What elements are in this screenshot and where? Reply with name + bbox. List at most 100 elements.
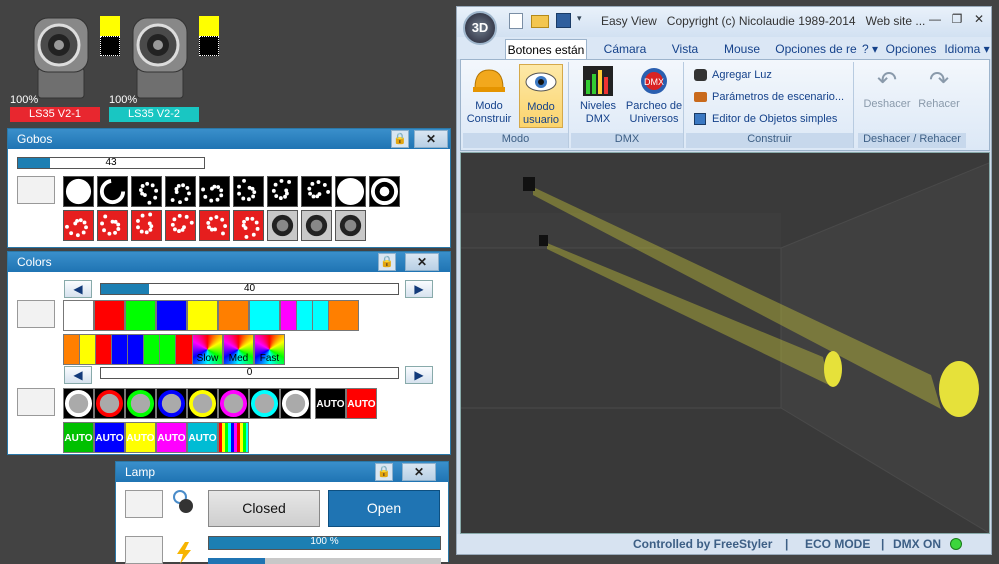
close-button[interactable]: ✕	[414, 130, 448, 148]
color2-next-button[interactable]: ▶	[405, 366, 433, 384]
lock-icon[interactable]: 🔒	[375, 463, 393, 481]
color-wheel-speed-button[interactable]: Slow	[192, 334, 223, 365]
auto-color-button[interactable]: AUTO	[315, 388, 346, 419]
lamp-power-button[interactable]	[125, 536, 163, 564]
gobo-slider[interactable]: 43	[17, 157, 205, 169]
auto-color-button[interactable]: AUTO	[346, 388, 377, 419]
app-logo-button[interactable]: 3D	[463, 11, 497, 45]
close-button[interactable]: ✕	[402, 463, 436, 481]
color-ring-swatch[interactable]	[63, 388, 94, 419]
open-gobo-button[interactable]	[17, 176, 55, 204]
gobo-swatch[interactable]	[267, 176, 298, 207]
color-swatch[interactable]	[218, 300, 249, 331]
open-color-button[interactable]	[17, 300, 55, 328]
gobo-swatch[interactable]	[97, 210, 128, 241]
3d-viewport[interactable]	[460, 152, 990, 534]
new-file-icon[interactable]	[509, 13, 523, 29]
color-ring-swatch[interactable]	[156, 388, 187, 419]
minimize-button[interactable]: —	[925, 12, 945, 26]
color-swatch[interactable]	[63, 300, 94, 331]
color-split-swatch[interactable]	[328, 300, 359, 331]
color-swatch[interactable]	[187, 300, 218, 331]
gobo-swatch[interactable]	[165, 210, 196, 241]
color-wheel-speed-button[interactable]: Fast	[254, 334, 285, 365]
open-button[interactable]: Open	[328, 490, 440, 527]
gobo-swatch[interactable]	[165, 176, 196, 207]
lock-icon[interactable]: 🔒	[378, 253, 396, 271]
modo-construir-button[interactable]: Modo Construir	[465, 64, 513, 128]
gobo-swatch[interactable]	[335, 176, 366, 207]
parametros-escenario-button[interactable]: Parámetros de escenario...	[692, 88, 844, 106]
deshacer-button[interactable]: ↶ Deshacer	[860, 64, 914, 128]
color-ring-swatch[interactable]	[187, 388, 218, 419]
group-modo: Modo Construir Modo usuario Modo	[463, 62, 569, 148]
lamp-open-button[interactable]	[125, 490, 163, 518]
auto-color-button[interactable]: AUTO	[125, 422, 156, 453]
auto-color-button[interactable]: AUTO	[94, 422, 125, 453]
color-wheel-speed-button[interactable]: Med	[223, 334, 254, 365]
gobo-swatch[interactable]	[63, 176, 94, 207]
color2-prev-button[interactable]: ◀	[64, 366, 92, 384]
gobo-swatch[interactable]	[233, 210, 264, 241]
color-ring-swatch[interactable]	[249, 388, 280, 419]
gobo-swatch[interactable]	[267, 210, 298, 241]
color-swatch[interactable]	[94, 300, 125, 331]
auto-color-button[interactable]: AUTO	[156, 422, 187, 453]
gobo-swatch[interactable]	[199, 176, 230, 207]
close-button[interactable]: ✕	[405, 253, 439, 271]
close-window-button[interactable]: ✕	[969, 12, 989, 26]
fixture-label[interactable]: LS35 V2-1	[10, 107, 100, 122]
tab-mouse[interactable]: Mouse	[717, 39, 767, 59]
gobo-swatch[interactable]	[97, 176, 128, 207]
open-color2-button[interactable]	[17, 388, 55, 416]
gobo-swatch[interactable]	[301, 210, 332, 241]
fixture-2[interactable]: 100% LS35 V2-2	[109, 10, 219, 125]
open-folder-icon[interactable]	[531, 15, 549, 28]
save-icon[interactable]	[556, 13, 571, 28]
fixture-label[interactable]: LS35 V2-2	[109, 107, 199, 122]
color-ring-swatch[interactable]	[218, 388, 249, 419]
quick-access-menu-icon[interactable]: ▾	[577, 13, 582, 24]
color1-slider[interactable]: 40	[100, 283, 399, 295]
tab-opciones-de-red[interactable]: Opciones de re	[775, 39, 857, 59]
gobo-swatch[interactable]	[233, 176, 264, 207]
lock-icon[interactable]: 🔒	[391, 130, 409, 148]
parcheo-universos-button[interactable]: DMX Parcheo de Universos	[625, 64, 683, 128]
auto-color-button[interactable]: AUTO	[187, 422, 218, 453]
tab-botones[interactable]: Botones están	[505, 39, 587, 59]
color-ring-swatch[interactable]	[94, 388, 125, 419]
color-ring-swatch[interactable]	[125, 388, 156, 419]
closed-button[interactable]: Closed	[208, 490, 320, 527]
gobo-swatch[interactable]	[301, 176, 332, 207]
color1-prev-button[interactable]: ◀	[64, 280, 92, 298]
stage-params-icon	[694, 92, 707, 102]
rainbow-swatch[interactable]	[218, 422, 249, 453]
gobo-swatch[interactable]	[335, 210, 366, 241]
fixture-1[interactable]: 100% LS35 V2-1	[10, 10, 120, 125]
help-menu[interactable]: ? ▾	[861, 39, 879, 59]
maximize-button[interactable]: ❐	[947, 12, 967, 26]
color-ring-swatch[interactable]	[280, 388, 311, 419]
gobo-swatch[interactable]	[131, 176, 162, 207]
idioma-menu[interactable]: Idioma ▾	[943, 39, 991, 59]
agregar-luz-button[interactable]: Agregar Luz	[692, 66, 772, 84]
modo-usuario-button[interactable]: Modo usuario	[519, 64, 563, 128]
opciones-menu[interactable]: Opciones ▾	[881, 39, 941, 76]
color1-next-button[interactable]: ▶	[405, 280, 433, 298]
editor-objetos-button[interactable]: Editor de Objetos simples	[692, 110, 837, 128]
gobo-swatch[interactable]	[199, 210, 230, 241]
rehacer-button[interactable]: ↷ Rehacer	[914, 64, 964, 128]
tab-vista[interactable]: Vista	[663, 39, 707, 59]
niveles-dmx-button[interactable]: Niveles DMX	[573, 64, 623, 128]
gobo-swatch[interactable]	[131, 210, 162, 241]
color-swatch[interactable]	[125, 300, 156, 331]
lamp-extra-active[interactable]	[208, 558, 265, 564]
lamp-intensity-bar[interactable]: 100 %	[208, 536, 441, 550]
color-swatch[interactable]	[249, 300, 280, 331]
tab-camara[interactable]: Cámara	[595, 39, 655, 59]
color-swatch[interactable]	[156, 300, 187, 331]
auto-color-button[interactable]: AUTO	[63, 422, 94, 453]
color2-slider[interactable]: 0	[100, 367, 399, 379]
gobo-swatch[interactable]	[369, 176, 400, 207]
gobo-swatch[interactable]	[63, 210, 94, 241]
